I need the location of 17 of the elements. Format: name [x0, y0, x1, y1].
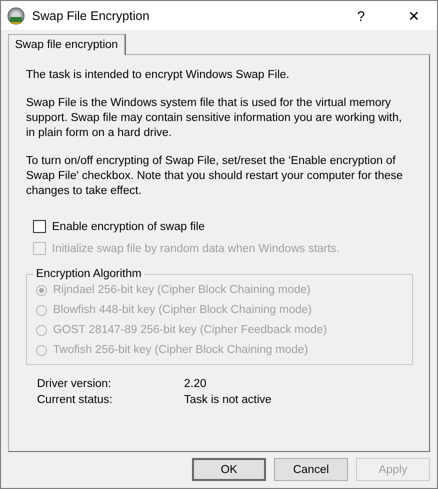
- dialog-button[interactable]: Cancel: [274, 458, 348, 481]
- window-title: Swap File Encryption: [32, 8, 150, 22]
- info-label: Driver version:: [37, 378, 112, 390]
- group-title: Encryption Algorithm: [35, 268, 142, 280]
- info-value: 2.20: [184, 378, 208, 390]
- help-button[interactable]: ?: [338, 1, 384, 30]
- close-button[interactable]: ✕: [391, 1, 437, 30]
- info-label: Current status:: [37, 394, 114, 406]
- checkbox-label[interactable]: Enable encryption of swap file: [52, 220, 205, 232]
- description-text: The task is intended to encrypt Windows Swap File.: [26, 68, 290, 83]
- drive-icon: [7, 6, 25, 24]
- checkbox[interactable]: [33, 220, 46, 233]
- tab[interactable]: Swap file encryption: [8, 34, 125, 55]
- info-value: Task is not active: [184, 394, 273, 406]
- description-text: To turn on/off encrypting of Swap File, set/reset the 'Enable encryption of Swap File' checkbox. Note that you should restart your computer for these changes to take effect.: [26, 154, 404, 199]
- dialog-button[interactable]: OK: [192, 458, 266, 481]
- description-text: Swap File is the Windows system file that is used for the virtual memory support. Swap file may contain sensitive information you are working with, in plain form on a hard drive.: [26, 96, 403, 141]
